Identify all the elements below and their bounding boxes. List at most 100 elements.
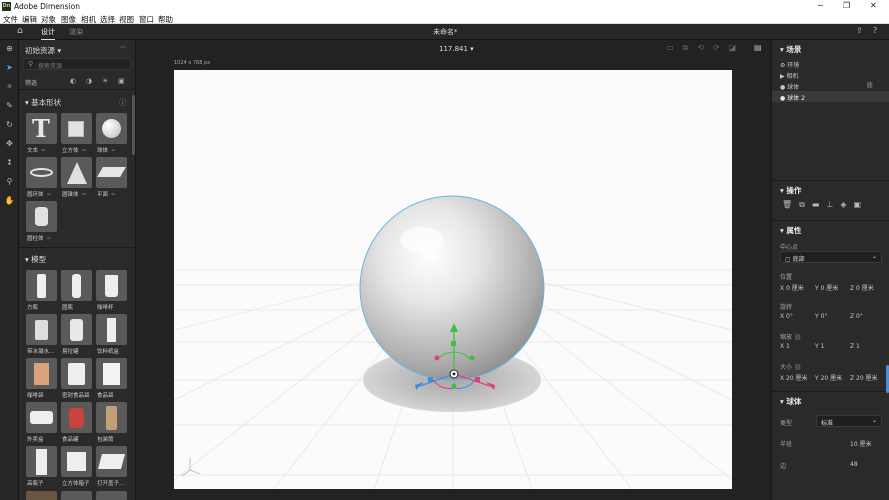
tab-design[interactable]: 设计 xyxy=(41,27,55,41)
filter-images-icon[interactable]: ▣ xyxy=(118,77,125,85)
model-tile[interactable] xyxy=(26,491,57,500)
model-tile[interactable] xyxy=(61,270,92,301)
radius-value[interactable]: 10 厘米 xyxy=(850,439,872,448)
torus-shape-tile[interactable] xyxy=(26,157,57,188)
filter-materials-icon[interactable]: ◑ xyxy=(86,77,92,85)
view-tools-icons[interactable]: ▭⧉⟲⟳◪ xyxy=(666,43,745,53)
position-x[interactable]: X 0 厘米 xyxy=(780,283,804,292)
position-y[interactable]: Y 0 厘米 xyxy=(815,283,838,292)
minimize-button[interactable]: ─ xyxy=(818,1,823,10)
scale-x[interactable]: X 1 xyxy=(780,343,790,350)
home-icon[interactable]: ⌂ xyxy=(17,26,23,36)
center-dropdown[interactable]: ▢ 底部 ⌄ xyxy=(780,251,882,263)
orbit-icon[interactable]: ↻ xyxy=(4,119,15,130)
model-tile[interactable] xyxy=(96,270,127,301)
tile-label: 密封食品袋 xyxy=(62,393,90,399)
panel-toggle-icon[interactable]: ▤ xyxy=(754,43,762,52)
position-z[interactable]: Z 0 厘米 xyxy=(850,283,874,292)
zoom-level[interactable]: 117.841 ▾ xyxy=(439,45,474,53)
link-icon[interactable]: ⛓ xyxy=(866,82,874,89)
sample-icon[interactable]: ✎ xyxy=(4,100,15,111)
scene-item-environment[interactable]: ⚙ 环境 xyxy=(780,60,799,69)
close-button[interactable]: ✕ xyxy=(870,1,877,10)
sphere-shape-tile[interactable] xyxy=(96,113,127,144)
size-y[interactable]: Y 20 厘米 xyxy=(815,373,842,382)
tile-label: 打开盖子... xyxy=(97,481,125,487)
scene-viewport[interactable] xyxy=(174,70,732,489)
add-icon[interactable]: ⊕ xyxy=(4,43,15,54)
actions-title: 操作 xyxy=(786,186,802,195)
size-z[interactable]: Z 20 厘米 xyxy=(850,373,878,382)
properties-header[interactable]: ▾ 属性 xyxy=(780,225,801,236)
actions-header[interactable]: ▾ 操作 xyxy=(780,185,801,196)
size-x[interactable]: X 20 厘米 xyxy=(780,373,808,382)
cube-shape-tile[interactable] xyxy=(61,113,92,144)
model-tile[interactable] xyxy=(26,270,57,301)
tile-label: 咖啡袋 xyxy=(27,393,44,399)
tab-render[interactable]: 渲染 xyxy=(69,27,83,37)
select-tool-icon[interactable]: ➤ xyxy=(4,62,15,73)
model-tile[interactable] xyxy=(61,446,92,477)
pan-icon[interactable]: ✥ xyxy=(4,138,15,149)
cone-shape-tile[interactable] xyxy=(61,157,92,188)
filter-label: 筛选 xyxy=(25,80,38,87)
properties-title: 属性 xyxy=(786,226,802,235)
model-tile[interactable] xyxy=(96,491,127,500)
render-canvas[interactable] xyxy=(174,70,732,489)
model-tile[interactable] xyxy=(96,358,127,389)
tool-bar: ⊕ ➤ ✧ ✎ ↻ ✥ ↕ ⚲ ✋ xyxy=(0,40,19,500)
rotation-y[interactable]: Y 0° xyxy=(815,313,827,320)
basic-shapes-header[interactable]: ▾ 基本形状 xyxy=(25,97,61,108)
filter-lights-icon[interactable]: ☀ xyxy=(102,77,108,85)
model-tile[interactable] xyxy=(61,402,92,433)
model-tile[interactable] xyxy=(61,314,92,345)
scale-y[interactable]: Y 1 xyxy=(815,343,824,350)
sides-value[interactable]: 48 xyxy=(850,461,858,468)
model-tile[interactable] xyxy=(96,446,127,477)
magic-wand-icon[interactable]: ✧ xyxy=(4,81,15,92)
assets-title[interactable]: 初始资源 ▾ xyxy=(25,45,61,56)
cylinder-shape-tile[interactable] xyxy=(26,201,57,232)
models-header[interactable]: ▾ 模型 xyxy=(25,254,46,265)
basic-shapes-title: 基本形状 xyxy=(31,98,62,107)
maximize-button[interactable]: ❐ xyxy=(843,1,850,10)
model-tile[interactable] xyxy=(26,446,57,477)
tile-label: 圆柱体 ≈ xyxy=(27,236,52,242)
text-shape-tile[interactable]: T xyxy=(26,113,57,144)
hand-icon[interactable]: ✋ xyxy=(4,195,15,206)
help-icon[interactable]: ? xyxy=(873,26,877,35)
sphere-header[interactable]: ▾ 球体 xyxy=(780,396,801,407)
type-dropdown[interactable]: 标准 ⌄ xyxy=(816,415,882,427)
tile-label: 立方体 ≈ xyxy=(62,148,87,154)
action-icons[interactable]: 🗑⧉▬⊥◈▣ xyxy=(782,200,868,210)
title-bar: Dn Adobe Dimension ─ ❐ ✕ xyxy=(0,0,889,13)
dolly-icon[interactable]: ↕ xyxy=(4,157,15,168)
scene-item-sphere[interactable]: ● 球体 xyxy=(780,82,799,91)
model-tile[interactable] xyxy=(26,402,57,433)
app-logo: Dn xyxy=(2,2,11,11)
tile-label: 方瓶 xyxy=(27,305,39,311)
plane-shape-tile[interactable] xyxy=(96,157,127,188)
scale-z[interactable]: Z 1 xyxy=(850,343,860,350)
zoom-icon[interactable]: ⚲ xyxy=(4,176,15,187)
assets-panel: 初始资源 ▾ ··· ⚲ 搜索资源 筛选 ◐ ◑ ☀ ▣ ▾ 基本形状 ⓘ T … xyxy=(19,40,136,500)
filter-models-icon[interactable]: ◐ xyxy=(70,77,76,85)
rotation-z[interactable]: Z 0° xyxy=(850,313,863,320)
model-tile[interactable] xyxy=(61,491,92,500)
model-tile[interactable] xyxy=(26,314,57,345)
scene-item-camera[interactable]: ▶ 相机 xyxy=(780,71,799,80)
assets-scrollbar[interactable] xyxy=(132,95,135,155)
model-tile[interactable] xyxy=(96,402,127,433)
rotation-x[interactable]: X 0° xyxy=(780,313,793,320)
more-icon[interactable]: ··· xyxy=(119,43,126,52)
sides-label: 边 xyxy=(780,463,787,470)
model-tile[interactable] xyxy=(96,314,127,345)
scene-header[interactable]: ▾ 场景 xyxy=(780,44,801,55)
share-icon[interactable]: ⇪ xyxy=(856,26,863,35)
model-tile[interactable] xyxy=(61,358,92,389)
search-field[interactable]: ⚲ 搜索资源 xyxy=(23,58,131,70)
tile-label: 球体 ≈ xyxy=(97,148,116,154)
model-tile[interactable] xyxy=(26,358,57,389)
scene-item-sphere-2[interactable]: ● 球体 2 xyxy=(780,93,805,102)
info-icon[interactable]: ⓘ xyxy=(119,97,127,108)
